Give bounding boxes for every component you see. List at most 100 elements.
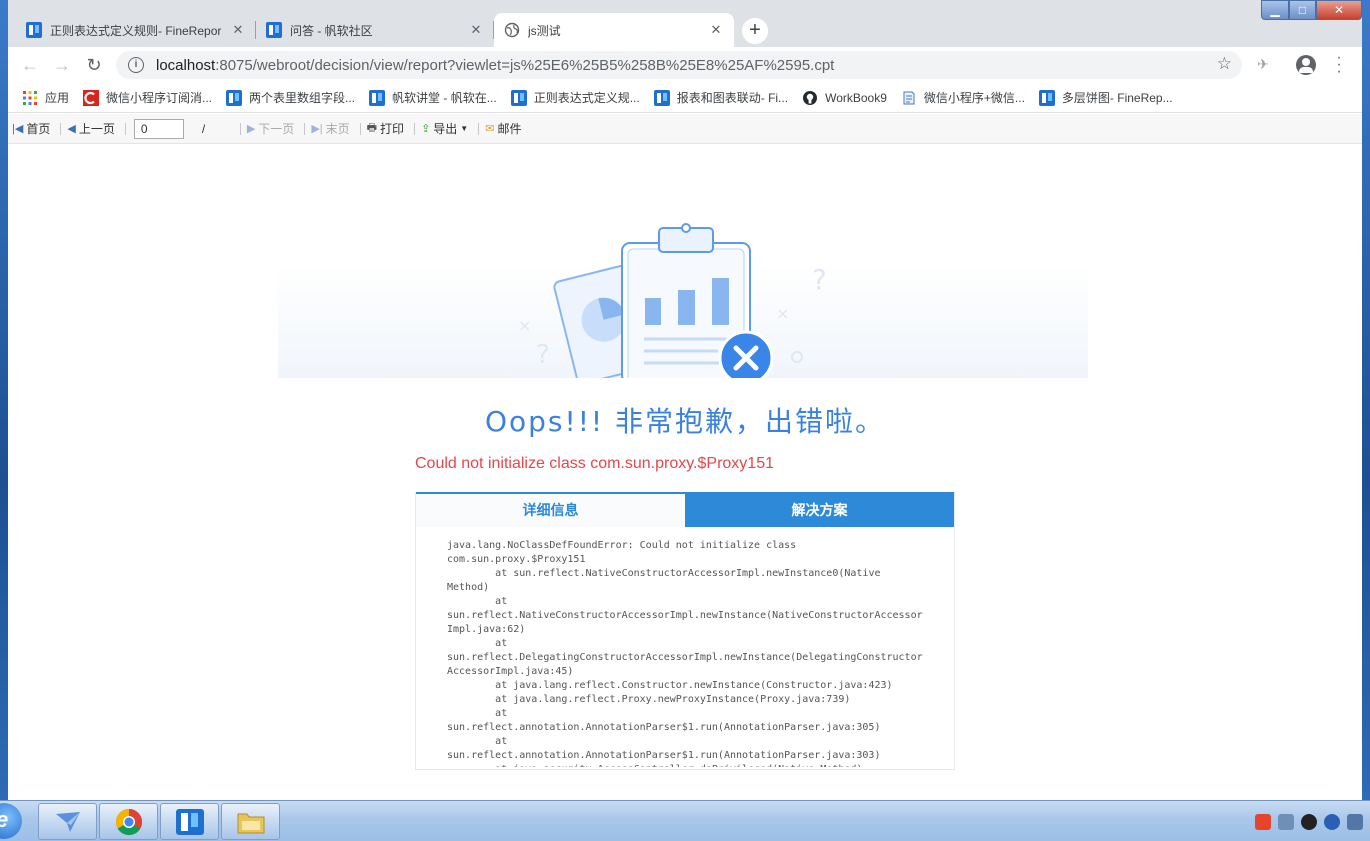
finereport-icon — [176, 809, 204, 835]
more-menu-icon[interactable]: · · · — [1333, 50, 1345, 80]
export-icon: ⇪ — [421, 123, 431, 135]
bluetooth-icon[interactable] — [1324, 813, 1340, 830]
last-page-button[interactable]: ▶| 末页 — [311, 120, 349, 137]
tab-strip: 正则表达式定义规则- FineRepor ✕ 问答 - 帆软社区 ✕ js测试 … — [8, 0, 1362, 47]
maximize-button[interactable]: □ — [1289, 0, 1316, 20]
tab-regex-rules[interactable]: 正则表达式定义规则- FineRepor ✕ — [16, 13, 256, 47]
bookmark-label: WorkBook9 — [825, 90, 887, 105]
bookmark-workbook9[interactable]: WorkBook9 — [802, 90, 887, 106]
bookmark-label: 报表和图表联动- Fi... — [676, 91, 789, 105]
window-controls: ▁ □ ✕ — [1261, 0, 1362, 20]
bookmark-apps[interactable]: 应用 — [22, 89, 69, 106]
bookmarks-bar: 应用 微信小程序订阅消... 两个表里数组字段... 帆软讲堂 - 帆软在...… — [8, 83, 1362, 113]
bookmark-fanruan-classroom[interactable]: 帆软讲堂 - 帆软在... — [369, 89, 497, 106]
address-bar-row: ← → ↻ i localhost:8075/webroot/decision/… — [8, 47, 1362, 83]
globe-icon — [504, 22, 520, 38]
print-button[interactable]: 🖶 打印 — [367, 119, 404, 138]
bookmark-regex-rules[interactable]: 正则表达式定义规... — [510, 89, 640, 106]
system-tray — [1255, 801, 1370, 841]
tab-solution[interactable]: 解决方案 — [685, 492, 954, 527]
bookmark-star-icon[interactable]: ☆ — [1217, 54, 1232, 74]
profile-avatar-icon[interactable] — [1296, 55, 1316, 75]
new-tab-button[interactable]: + — [742, 18, 768, 44]
toolbar-divider — [239, 122, 241, 135]
dropdown-caret-icon: ▼ — [460, 124, 469, 133]
envelope-icon: ✉ — [485, 123, 495, 135]
url-field[interactable]: i localhost:8075/webroot/decision/view/r… — [116, 51, 1242, 79]
error-clipboard-illustration: ? ? × × — [278, 223, 1088, 383]
bookmark-array-fields[interactable]: 两个表里数组字段... — [226, 89, 355, 106]
taskbar-app-explorer[interactable] — [221, 803, 280, 840]
github-icon — [803, 90, 818, 105]
bookmark-wechat-subscribe[interactable]: 微信小程序订阅消... — [83, 89, 212, 106]
print-label: 打印 — [380, 122, 405, 136]
bookmark-multilayer-pie[interactable]: 多层饼图- FineRep... — [1038, 89, 1173, 106]
taskbar-app-messenger[interactable] — [38, 803, 97, 840]
prev-page-button[interactable]: ◀ 上一页 — [67, 120, 114, 137]
close-icon[interactable]: ✕ — [708, 22, 724, 38]
mail-label: 邮件 — [497, 122, 522, 136]
url-path: :8075/webroot/decision/view/report?viewl… — [215, 56, 835, 74]
toolbar-divider — [304, 122, 306, 135]
toolbar-divider — [124, 122, 126, 135]
next-page-label: 下一页 — [258, 122, 295, 136]
bookmark-label: 应用 — [45, 91, 70, 105]
file-explorer-icon — [237, 813, 265, 834]
desktop-background-right — [1362, 0, 1370, 800]
url-host: localhost — [156, 56, 216, 74]
reload-icon[interactable]: ↻ — [82, 53, 106, 77]
tray-tool-icon[interactable] — [1278, 813, 1294, 830]
network-icon[interactable] — [1347, 813, 1363, 830]
svg-text:×: × — [776, 304, 789, 323]
tab-detail-info[interactable]: 详细信息 — [416, 492, 685, 527]
tab-title: 问答 - 帆软社区 — [290, 23, 373, 38]
messenger-bird-icon — [56, 812, 80, 832]
error-detail-panel: 详细信息 解决方案 java.lang.NoClassDefFoundError… — [415, 492, 955, 770]
toolbar-divider — [478, 122, 480, 135]
bookmark-report-chart-link[interactable]: 报表和图表联动- Fi... — [653, 89, 789, 106]
close-window-button[interactable]: ✕ — [1316, 0, 1362, 20]
prev-page-icon: ◀ — [67, 123, 76, 135]
printer-icon: 🖶 — [366, 122, 378, 134]
sogou-input-icon[interactable] — [1255, 813, 1271, 830]
apps-grid-icon — [23, 90, 37, 105]
tab-title: 正则表达式定义规则- FineRepor — [50, 23, 222, 38]
page-number-input[interactable]: 0 — [133, 118, 184, 139]
forward-arrow-icon[interactable]: → — [50, 53, 74, 77]
toolbar-divider — [359, 122, 361, 135]
tab-js-test[interactable]: js测试 ✕ — [494, 13, 734, 47]
minimize-button[interactable]: ▁ — [1261, 0, 1289, 20]
mail-button[interactable]: ✉ 邮件 — [485, 120, 521, 137]
first-page-label: 首页 — [26, 122, 51, 136]
red-c-icon — [83, 89, 100, 106]
first-page-button[interactable]: |◀ 首页 — [12, 120, 50, 137]
ie-logo-icon: e — [0, 807, 8, 833]
finereport-icon — [653, 89, 670, 106]
bookmark-label: 微信小程序+微信... — [923, 91, 1025, 105]
error-panel-tabs: 详细信息 解决方案 — [416, 492, 954, 527]
export-label: 导出 — [433, 122, 458, 136]
tab-qa-community[interactable]: 问答 - 帆软社区 ✕ — [256, 13, 494, 47]
bookmark-wechat-miniprogram[interactable]: 微信小程序+微信... — [901, 89, 1025, 106]
finereport-icon — [510, 89, 527, 106]
bookmark-label: 微信小程序订阅消... — [106, 91, 213, 105]
extension-bird-icon[interactable]: ✈ — [1254, 56, 1272, 74]
finereport-icon — [369, 89, 386, 106]
info-icon[interactable]: i — [128, 57, 144, 73]
back-arrow-icon[interactable]: ← — [18, 53, 42, 77]
stack-trace-text: java.lang.NoClassDefFoundError: Could no… — [447, 540, 923, 767]
qq-penguin-icon[interactable] — [1301, 813, 1317, 830]
close-icon[interactable]: ✕ — [230, 22, 246, 38]
svg-text:?: ? — [812, 263, 827, 296]
finereport-icon — [1038, 89, 1055, 106]
bookmark-label: 正则表达式定义规... — [533, 91, 640, 105]
prev-page-label: 上一页 — [78, 122, 115, 136]
bookmark-label: 两个表里数组字段... — [249, 91, 356, 105]
next-page-button[interactable]: ▶ 下一页 — [247, 120, 294, 137]
taskbar-app-chrome[interactable] — [99, 803, 158, 840]
browser-window: 正则表达式定义规则- FineRepor ✕ 问答 - 帆软社区 ✕ js测试 … — [8, 0, 1362, 800]
export-button[interactable]: ⇪ 导出 ▼ — [421, 120, 468, 137]
close-icon[interactable]: ✕ — [468, 22, 484, 38]
finereport-icon — [26, 22, 42, 38]
taskbar-app-finereport[interactable] — [160, 803, 219, 840]
